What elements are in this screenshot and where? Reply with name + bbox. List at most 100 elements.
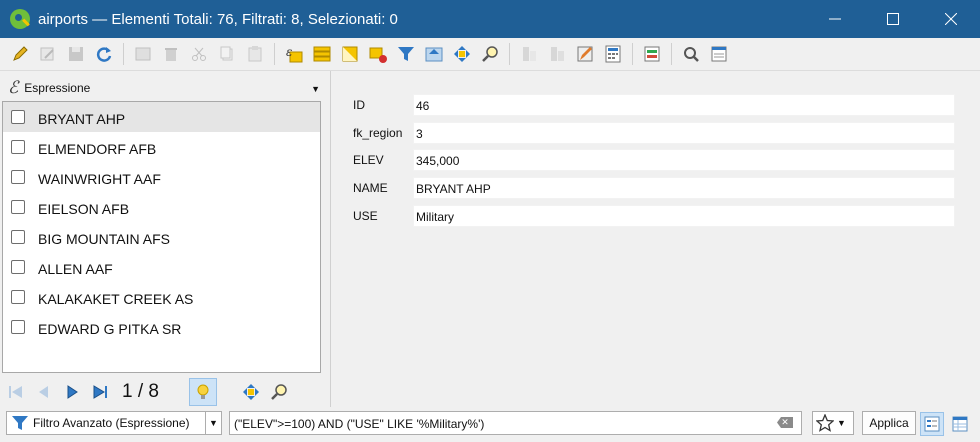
organize-columns-button[interactable] [575,44,595,64]
auto-pan-button[interactable] [241,382,261,402]
stored-filters-button[interactable]: ▼ [812,411,854,435]
delete-feature-button[interactable] [161,44,181,64]
list-item[interactable]: KALAKAKET CREEK AS [3,282,320,312]
filter-expression-input[interactable]: ("ELEV">=100) AND ("USE" LIKE '%Military… [229,411,802,435]
refresh-icon [96,47,112,62]
clear-icon[interactable]: ✕ [777,417,793,428]
feature-navigation: 1 / 8 [0,376,330,407]
feature-checkbox[interactable] [11,110,25,124]
close-icon [945,13,957,25]
deselect-icon [369,47,387,63]
filter-mode-dropdown[interactable]: Filtro Avanzato (Espressione) ▼ [6,411,222,435]
select-all-icon [313,46,331,62]
feature-list: BRYANT AHP ELMENDORF AFB WAINWRIGHT AAF EIE… [2,101,321,373]
feature-counter: 1 / 8 [122,380,159,402]
form-field-row: ID 46 [353,94,955,116]
apply-filter-button[interactable]: Applica [862,411,916,435]
filter-expression-text: ("ELEV">=100) AND ("USE" LIKE '%Military… [234,417,485,431]
feature-checkbox[interactable] [11,290,25,304]
actions-button[interactable] [681,44,701,64]
reload-button[interactable] [94,44,114,64]
field-label: ELEV [353,153,384,167]
add-feature-button[interactable] [133,44,153,64]
list-item[interactable]: ELMENDORF AFB [3,132,320,162]
highlight-feature-toggle[interactable] [188,377,217,406]
display-expression-selector[interactable]: ℰ Espressione ▼ [4,75,322,101]
first-icon [9,385,22,398]
field-label: fk_region [353,126,403,140]
previous-feature-button[interactable] [34,382,54,402]
form-field-row: USE Military [353,205,955,227]
funnel-icon [12,416,28,430]
new-field-button[interactable] [519,44,539,64]
list-item[interactable]: WAINWRIGHT AAF [3,162,320,192]
field-calculator-button[interactable] [603,44,623,64]
add-feature-icon [135,47,151,61]
edit-columns-icon [577,46,593,62]
feature-name: WAINWRIGHT AAF [38,171,161,187]
feature-name: BRYANT AHP [38,111,126,127]
field-label: NAME [353,181,388,195]
feature-checkbox[interactable] [11,170,25,184]
feature-checkbox[interactable] [11,320,25,334]
first-feature-button[interactable] [6,382,26,402]
list-item[interactable]: EIELSON AFB [3,192,320,222]
attribute-toolbar: ε [0,38,980,71]
funnel-icon [398,47,414,61]
search-gear-icon [684,47,699,62]
copy-button[interactable] [217,44,237,64]
invert-selection-button[interactable] [340,44,360,64]
field-value-input[interactable]: 46 [413,94,955,116]
close-button[interactable] [922,0,980,38]
last-feature-button[interactable] [90,382,110,402]
multi-edit-button[interactable] [38,44,58,64]
toolbar-separator [671,43,672,65]
field-value-input[interactable]: Military [413,205,955,227]
field-value-input[interactable]: BRYANT AHP [413,177,955,199]
next-feature-button[interactable] [62,382,82,402]
deselect-all-button[interactable] [368,44,388,64]
minimize-button[interactable] [806,0,864,38]
delete-field-button[interactable] [547,44,567,64]
list-item[interactable]: BIG MOUNTAIN AFS [3,222,320,252]
form-view-button[interactable] [920,412,944,436]
list-item[interactable]: EDWARD G PITKA SR [3,312,320,342]
lightbulb-icon [197,384,209,399]
form-field-row: fk_region 3 [353,122,955,144]
auto-zoom-button[interactable] [269,382,289,402]
expression-icon: ℰ [8,78,19,98]
filter-button[interactable] [396,44,416,64]
select-by-expression-button[interactable]: ε [284,44,304,64]
feature-checkbox[interactable] [11,140,25,154]
dock-icon [711,46,727,62]
pan-to-selection-button[interactable] [452,44,472,64]
select-all-button[interactable] [312,44,332,64]
pan-icon [242,383,259,400]
dock-table-button[interactable] [709,44,729,64]
invert-selection-icon [342,46,358,62]
move-selection-to-top-button[interactable] [424,44,444,64]
last-icon [93,384,107,399]
field-value-input[interactable]: 345,000 [413,149,955,171]
zoom-to-selection-button[interactable] [480,44,500,64]
field-value-input[interactable]: 3 [413,122,955,144]
cut-button[interactable] [189,44,209,64]
toggle-editing-button[interactable] [10,44,30,64]
feature-name: BIG MOUNTAIN AFS [38,231,170,247]
svg-text:ε: ε [286,45,292,59]
feature-name: ALLEN AAF [38,261,113,277]
filter-mode-label: Filtro Avanzato (Espressione) [33,416,190,430]
feature-checkbox[interactable] [11,230,25,244]
paste-button[interactable] [245,44,265,64]
feature-checkbox[interactable] [11,200,25,214]
list-item[interactable]: BRYANT AHP [3,102,320,132]
save-edits-button[interactable] [66,44,86,64]
conditional-formatting-button[interactable] [642,44,662,64]
list-item[interactable]: ALLEN AAF [3,252,320,282]
feature-checkbox[interactable] [11,260,25,274]
delete-field-icon [551,47,564,61]
table-view-button[interactable] [948,412,972,436]
table-view-icon [952,416,968,432]
maximize-button[interactable] [864,0,922,38]
attribute-form-panel: ID 46 fk_region 3 ELEV 345,000 NAME BRYANT AHP U… [330,71,980,407]
